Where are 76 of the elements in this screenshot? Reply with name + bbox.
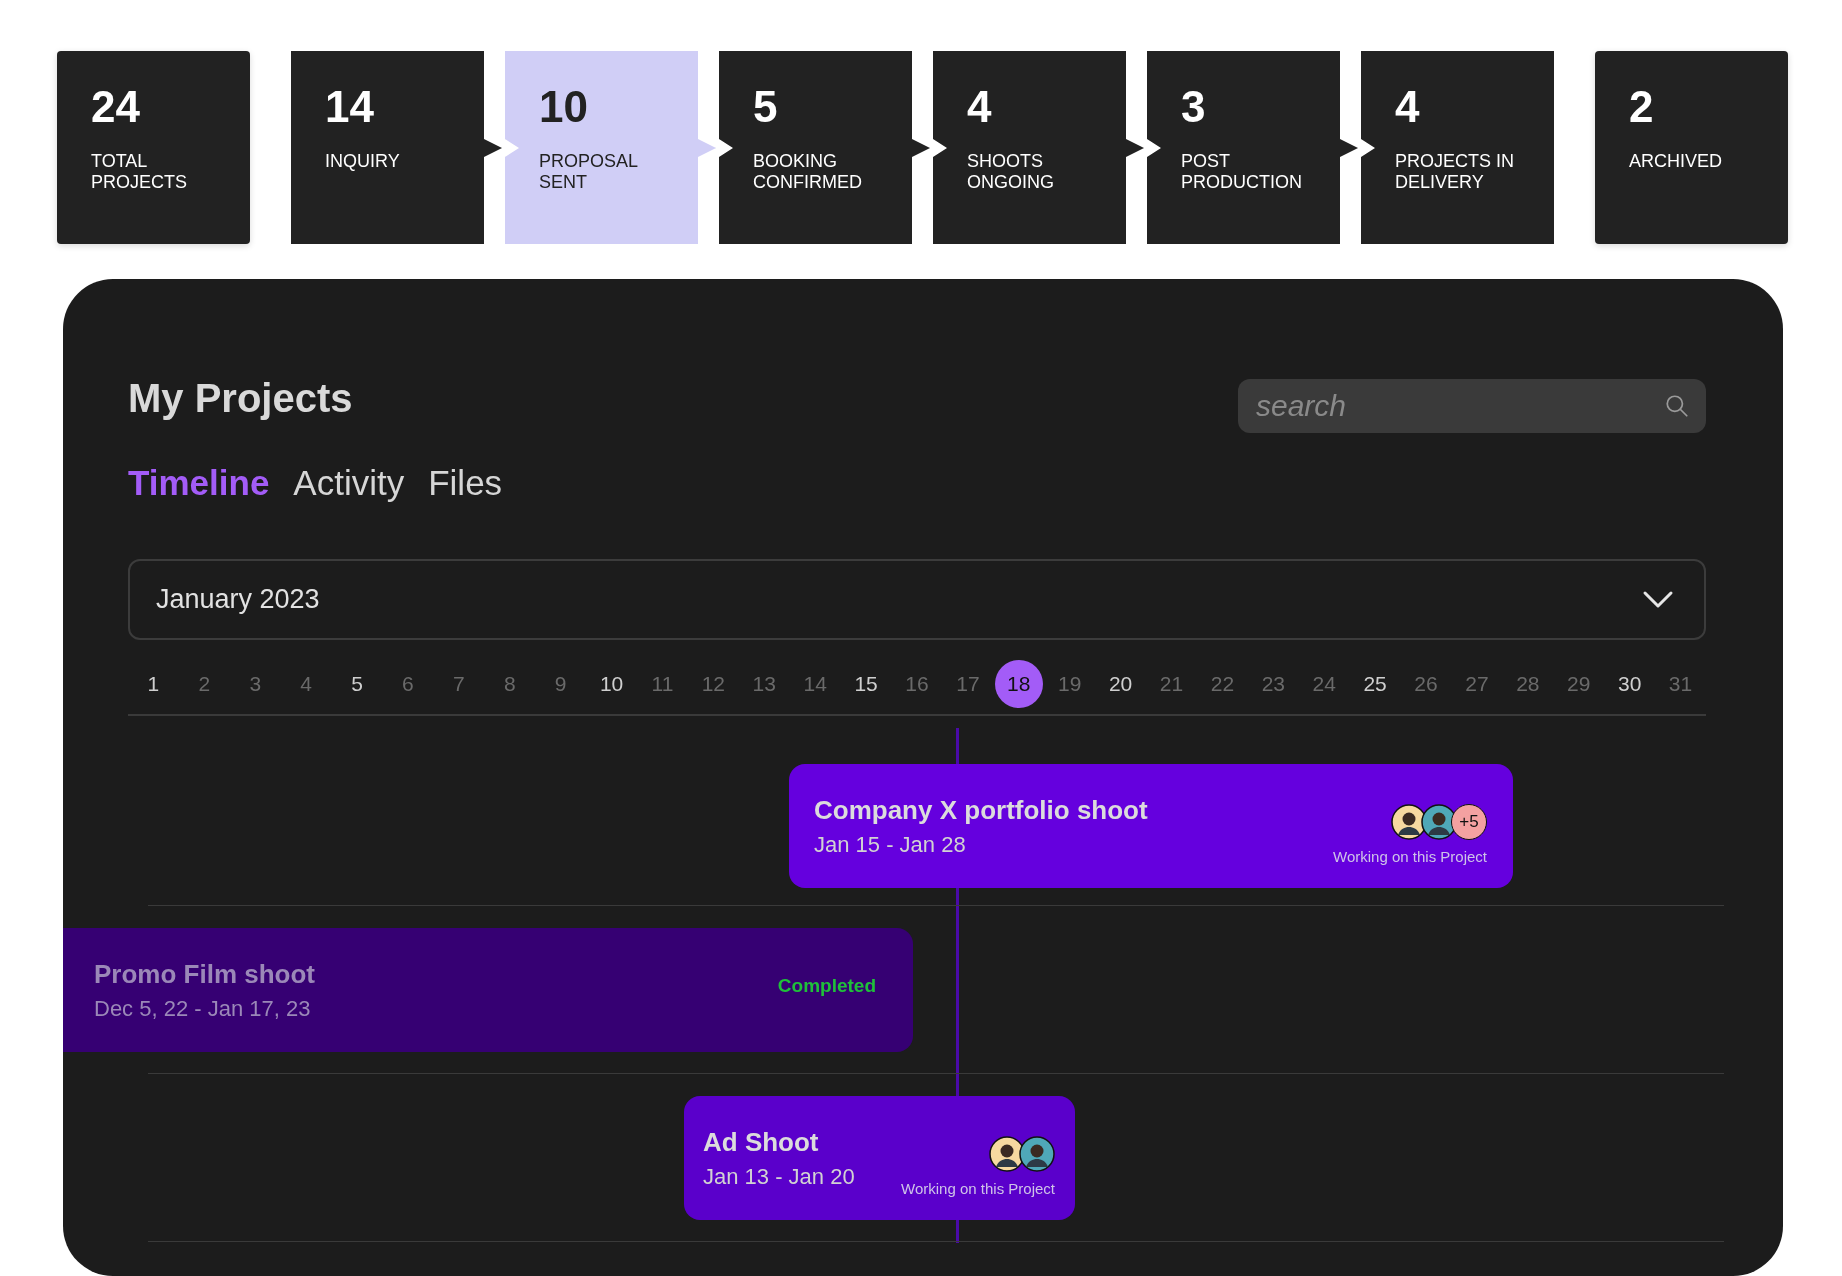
project-bar[interactable]: Company X portfolio shoot Jan 15 - Jan 28 +5 Working on this Project bbox=[789, 764, 1513, 888]
day-number[interactable]: 30 bbox=[1605, 660, 1654, 708]
stage-count: 14 bbox=[325, 85, 375, 129]
day-number[interactable]: 26 bbox=[1402, 660, 1450, 708]
day-number[interactable]: 12 bbox=[689, 660, 738, 708]
stage-card[interactable]: 10 PROPOSAL SENT bbox=[505, 51, 716, 244]
project-bar[interactable]: Ad Shoot Jan 13 - Jan 20 Working on this Project bbox=[684, 1096, 1075, 1220]
stage-card[interactable]: 14 INQUIRY bbox=[291, 51, 502, 244]
stage-label: PROJECTS IN DELIVERY bbox=[1395, 151, 1515, 193]
day-number[interactable]: 23 bbox=[1249, 660, 1298, 708]
stage-label: BOOKING CONFIRMED bbox=[753, 151, 863, 193]
stage-card[interactable]: 5 BOOKING CONFIRMED bbox=[719, 51, 930, 244]
day-number[interactable]: 4 bbox=[282, 660, 331, 708]
day-number[interactable]: 28 bbox=[1503, 660, 1552, 708]
day-number[interactable]: 27 bbox=[1452, 660, 1501, 708]
stage-count: 10 bbox=[539, 85, 589, 129]
stage-card[interactable]: 4 SHOOTS ONGOING bbox=[933, 51, 1144, 244]
day-number[interactable]: 19 bbox=[1045, 660, 1094, 708]
project-bar[interactable]: Promo Film shoot Dec 5, 22 - Jan 17, 23 Completed bbox=[63, 928, 913, 1052]
day-number[interactable]: 3 bbox=[231, 660, 280, 708]
stage-label: ARCHIVED bbox=[1629, 151, 1723, 172]
day-number[interactable]: 17 bbox=[943, 660, 992, 708]
day-number[interactable]: 6 bbox=[383, 660, 432, 708]
day-number[interactable]: 9 bbox=[536, 660, 585, 708]
search-field[interactable]: search bbox=[1238, 379, 1706, 433]
day-number[interactable]: 7 bbox=[434, 660, 483, 708]
day-number[interactable]: 25 bbox=[1351, 660, 1400, 708]
project-title: Company X portfolio shoot bbox=[814, 794, 1148, 826]
day-number[interactable]: 20 bbox=[1096, 660, 1145, 708]
project-dates: Jan 13 - Jan 20 bbox=[703, 1163, 855, 1190]
day-number[interactable]: 16 bbox=[893, 660, 941, 708]
day-number[interactable]: 13 bbox=[740, 660, 789, 708]
month-dropdown[interactable]: January 2023 bbox=[128, 559, 1706, 640]
stage-label: PROPOSAL SENT bbox=[539, 151, 639, 193]
day-number[interactable]: 24 bbox=[1300, 660, 1349, 708]
stage-count: 4 bbox=[1395, 85, 1421, 129]
stage-label: SHOOTS ONGOING bbox=[967, 151, 1055, 193]
stage-count: 2 bbox=[1629, 85, 1655, 129]
day-number[interactable]: 5 bbox=[333, 660, 382, 708]
day-number[interactable]: 29 bbox=[1554, 660, 1603, 708]
day-number[interactable]: 21 bbox=[1147, 660, 1196, 708]
stage-label: TOTAL PROJECTS bbox=[91, 151, 188, 193]
stage-card[interactable]: 3 POST PRODUCTION bbox=[1147, 51, 1358, 244]
day-number[interactable]: 14 bbox=[791, 660, 840, 708]
stage-count: 4 bbox=[967, 85, 993, 129]
project-title: Ad Shoot bbox=[703, 1126, 820, 1158]
panel-title: My Projects bbox=[128, 376, 353, 421]
project-dates: Dec 5, 22 - Jan 17, 23 bbox=[94, 995, 312, 1022]
day-number[interactable]: 10 bbox=[587, 660, 636, 708]
stage-card[interactable]: 4 PROJECTS IN DELIVERY bbox=[1361, 51, 1554, 244]
tab[interactable]: Activity bbox=[293, 463, 405, 503]
tab[interactable]: Timeline bbox=[128, 463, 270, 503]
search-icon bbox=[1664, 393, 1690, 419]
stage-count: 24 bbox=[91, 85, 141, 129]
day-number[interactable]: 8 bbox=[485, 660, 534, 708]
team-note: Working on this Project bbox=[901, 1179, 1055, 1197]
day-number[interactable]: 15 bbox=[842, 660, 891, 708]
status-label: Completed bbox=[777, 975, 876, 997]
stage-count: 5 bbox=[753, 85, 779, 129]
project-title: Promo Film shoot bbox=[94, 958, 315, 990]
team-note: Working on this Project bbox=[1333, 847, 1487, 865]
stage-card[interactable]: 2 ARCHIVED bbox=[1595, 51, 1788, 244]
day-number[interactable]: 11 bbox=[638, 660, 687, 708]
stage-label: INQUIRY bbox=[325, 151, 401, 172]
day-number[interactable]: 1 bbox=[129, 660, 178, 708]
stage-card[interactable]: 24 TOTAL PROJECTS bbox=[57, 51, 250, 244]
day-number[interactable]: 31 bbox=[1656, 660, 1705, 708]
tab[interactable]: Files bbox=[428, 463, 503, 503]
stage-label: POST PRODUCTION bbox=[1181, 151, 1303, 193]
stage-count: 3 bbox=[1181, 85, 1207, 129]
day-number[interactable]: 18 bbox=[994, 660, 1043, 708]
more-members-badge: +5 bbox=[1451, 803, 1487, 840]
project-dates: Jan 15 - Jan 28 bbox=[814, 831, 967, 858]
day-number[interactable]: 22 bbox=[1198, 660, 1247, 708]
chevron-down-icon bbox=[1642, 589, 1674, 610]
day-number[interactable]: 2 bbox=[180, 660, 229, 708]
